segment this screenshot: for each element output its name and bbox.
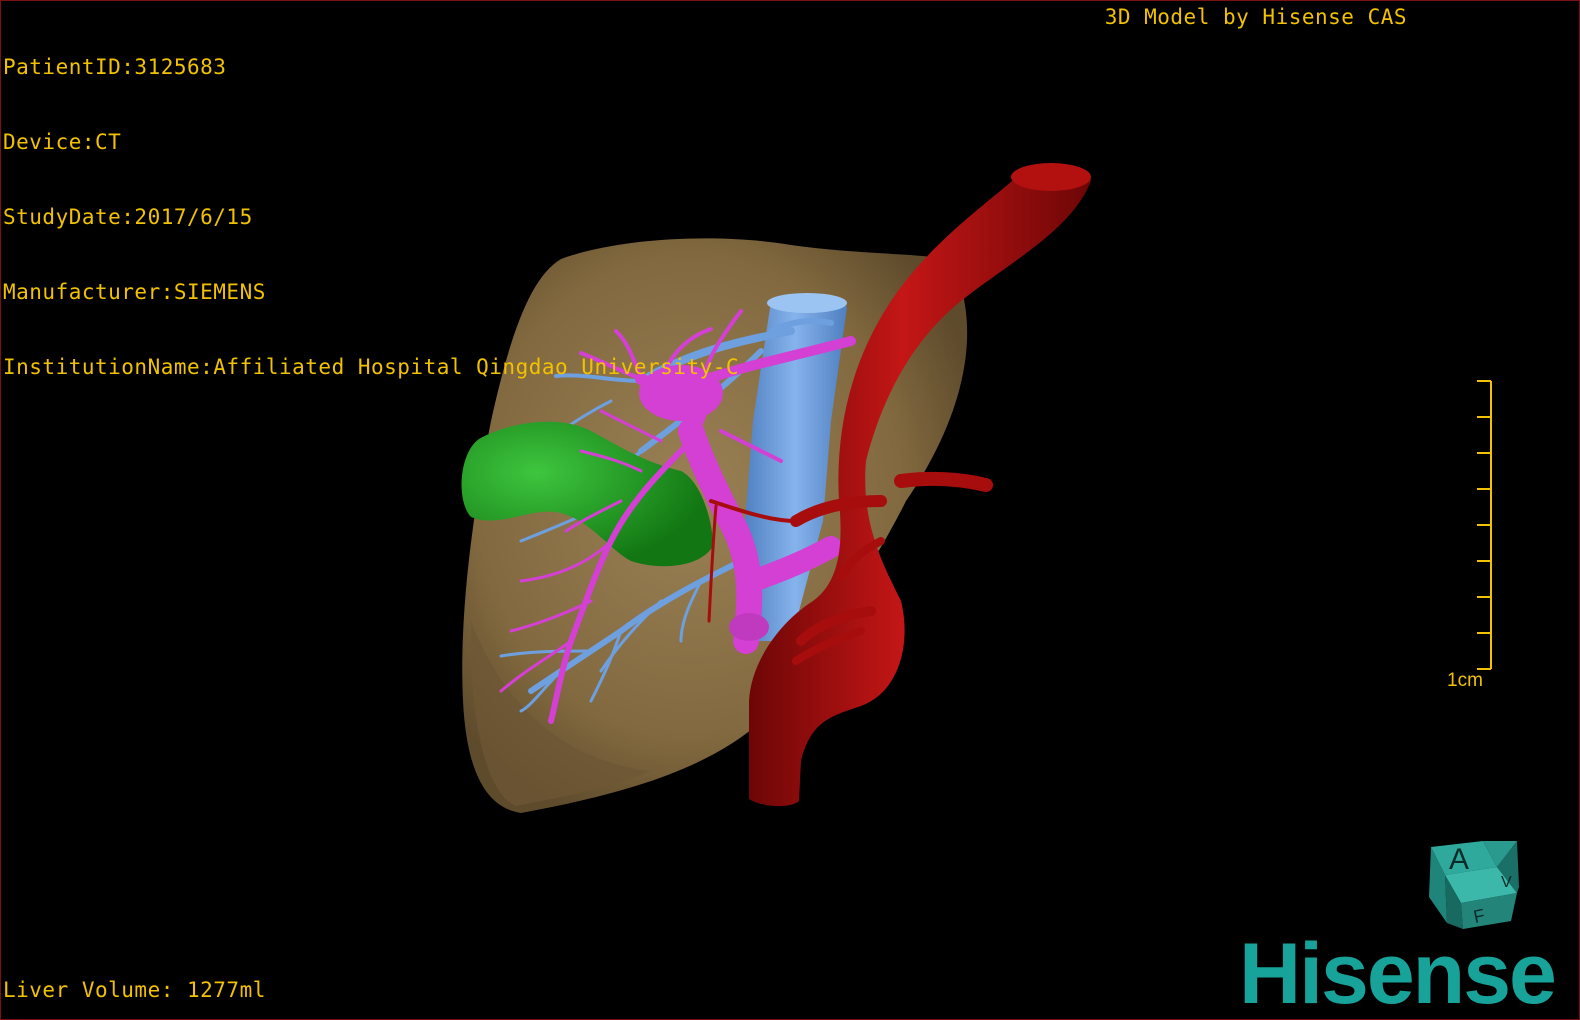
manufacturer-text: Manufacturer:SIEMENS [3, 280, 266, 304]
study-date-text: StudyDate:2017/6/15 [3, 205, 253, 229]
scale-bar [1477, 380, 1492, 670]
orientation-cube-icon[interactable]: A F V [1421, 837, 1531, 937]
aorta-top-opening [1011, 163, 1091, 191]
3d-viewport[interactable]: PatientID:3125683 Device:CT StudyDate:20… [0, 0, 1580, 1020]
device-text: Device:CT [3, 130, 122, 154]
cube-face-right-label: V [1501, 874, 1512, 891]
liver-volume-text: Liver Volume: 1277ml [3, 978, 266, 1002]
patient-id-text: PatientID:3125683 [3, 55, 227, 79]
ivc-top-opening [767, 293, 847, 313]
institution-text: InstitutionName:Affiliated Hospital Qing… [3, 355, 740, 379]
cube-face-front-label: A [1449, 843, 1469, 876]
portal-trunk-end [729, 613, 769, 641]
scale-label: 1cm [1447, 670, 1483, 691]
model-brand-title: 3D Model by Hisense CAS [1104, 5, 1407, 29]
hisense-logo: Hisense [1239, 926, 1557, 1020]
patient-info-overlay: PatientID:3125683 Device:CT StudyDate:20… [3, 5, 739, 430]
